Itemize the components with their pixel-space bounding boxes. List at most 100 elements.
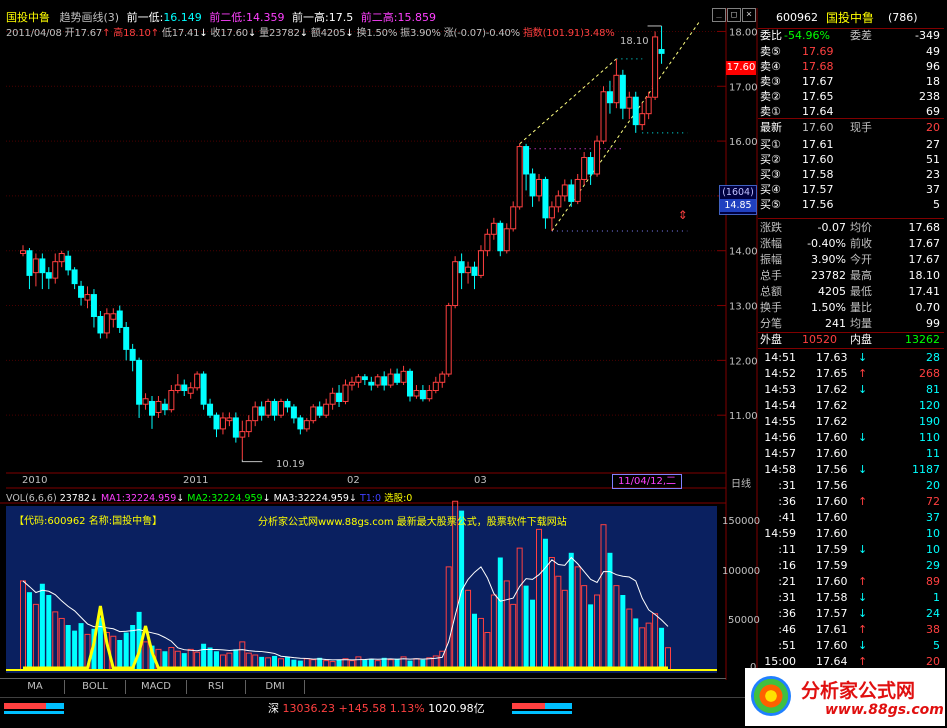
tick-time: 14:57 (764, 447, 796, 460)
minimize-button[interactable]: _ (712, 8, 726, 22)
candle-body (639, 113, 646, 126)
candle-body (278, 400, 284, 416)
updown-arrow-icon[interactable]: ⇕ (678, 206, 688, 222)
site-logo: 分析家公式网 www.88gs.com (745, 668, 945, 726)
volume-bar (659, 627, 665, 670)
buy-row[interactable]: 买④ 17.57 37 (758, 183, 944, 197)
sell-row[interactable]: 卖① 17.64 69 (758, 105, 944, 119)
down-arrow-icon: ↓ (89, 493, 98, 504)
tab-macd[interactable]: MACD (126, 680, 187, 694)
tick-time: :21 (778, 575, 796, 588)
tick-price: 17.63 (816, 351, 848, 364)
tick-volume: 38 (926, 623, 940, 636)
stat-value: 99 (926, 317, 940, 330)
tick-price: 17.64 (816, 655, 848, 668)
tick-price: 17.60 (816, 527, 848, 540)
tick-time: :51 (778, 639, 796, 652)
tab-ma[interactable]: MA (6, 680, 65, 694)
volume-bar (117, 640, 123, 670)
stat-row: 总手 23782 最高 18.10 (758, 269, 944, 283)
vol-axis-50000: 50000 (728, 615, 760, 626)
period-mode[interactable]: 日线 (726, 475, 756, 490)
stat-row: 总额 4205 最低 17.41 (758, 285, 944, 299)
sell-row[interactable]: 卖⑤ 17.69 49 (758, 45, 944, 59)
tick-time: 14:59 (764, 527, 796, 540)
stat-label: 均价 (850, 221, 872, 234)
stat-label: 量比 (850, 301, 872, 314)
tick-row: :51 17.60 ↓ 5 (758, 639, 944, 653)
candle-body (271, 400, 278, 416)
quote-panel: 600962 国投中鲁 (786) 委比 -54.96% 委差 -349 卖⑤ … (758, 8, 944, 668)
tick-volume: 37 (926, 511, 940, 524)
candle-body (542, 178, 549, 219)
volume-bar (123, 632, 129, 670)
open-label: 开 (64, 28, 75, 39)
candle-body (200, 373, 207, 405)
tab-dmi[interactable]: DMI (246, 680, 305, 694)
sell-volume: 69 (926, 105, 940, 118)
buy-row[interactable]: 买③ 17.58 23 (758, 168, 944, 182)
candle-body (529, 173, 536, 197)
candle-body (490, 222, 497, 235)
tick-volume: 1 (933, 591, 940, 604)
tick-row: :16 17.59 29 (758, 559, 944, 573)
down-arrow-icon: ↓ (858, 639, 868, 652)
stock-name: 国投中鲁 (826, 11, 875, 25)
logo-url: www.88gs.com (825, 702, 944, 718)
volume-bar (39, 583, 45, 670)
candle-body (290, 406, 297, 419)
down-arrow-icon: ↓ (299, 28, 308, 39)
stat-row: 分笔 241 均量 99 (758, 317, 944, 331)
tab-rsi[interactable]: RSI (187, 680, 246, 694)
volume-bar (65, 625, 71, 670)
candle-body (168, 390, 175, 411)
candle-body (652, 36, 659, 98)
tick-price: 17.60 (816, 447, 848, 460)
stat-value: 17.68 (908, 221, 941, 234)
buy-price: 17.58 (802, 168, 834, 181)
tick-time: :11 (778, 543, 796, 556)
candle-body (84, 294, 91, 301)
market-index: 13036.23 (282, 702, 336, 715)
tick-row: 14:53 17.62 ↓ 81 (758, 383, 944, 397)
tick-price: 17.60 (816, 431, 848, 444)
stat-value: -0.07 (817, 221, 846, 234)
sell-level-label: 卖① (760, 105, 781, 118)
prev-high2-value: 15.859 (397, 11, 436, 24)
sell-row[interactable]: 卖② 17.65 238 (758, 90, 944, 104)
close-button[interactable]: × (742, 8, 756, 22)
tick-time: 14:56 (764, 431, 796, 444)
maximize-button[interactable]: □ (727, 8, 741, 22)
current-price-label: 17.60 (726, 61, 756, 75)
candle-body (342, 384, 349, 402)
candle-body (310, 406, 317, 422)
tick-price: 17.60 (816, 511, 848, 524)
prev-high2-label: 前二高: (360, 11, 398, 24)
market-strength-bar-right-2 (512, 711, 572, 714)
candle-body (561, 184, 568, 197)
buy-row[interactable]: 买⑤ 17.56 5 (758, 198, 944, 212)
flower-logo-icon (751, 676, 791, 716)
candle-body (452, 261, 459, 307)
sell-row[interactable]: 卖④ 17.68 96 (758, 60, 944, 74)
low-value: 17.41 (171, 28, 200, 39)
candle-body (574, 178, 581, 202)
down-arrow-icon: ↓ (858, 351, 868, 364)
sell-row[interactable]: 卖③ 17.67 18 (758, 75, 944, 89)
market-name: 深 (268, 702, 279, 715)
neipan-label: 内盘 (850, 333, 872, 346)
prev-low1-label: 前一低: (126, 11, 164, 24)
tab-boll[interactable]: BOLL (65, 680, 126, 694)
buy-row[interactable]: 买② 17.60 51 (758, 153, 944, 167)
indicator-name: 趋势画线(3) (59, 11, 120, 24)
volume-bar (78, 623, 84, 670)
up-arrow-icon: ↑ (858, 495, 868, 508)
stat-row: 涨幅 -0.40% 前收 17.67 (758, 237, 944, 251)
candle-body (129, 348, 136, 361)
turnover-label: 换 (356, 28, 367, 39)
up-arrow-icon: ↑ (858, 623, 868, 636)
buy-row[interactable]: 买① 17.61 27 (758, 138, 944, 152)
tick-row: 14:51 17.63 ↓ 28 (758, 351, 944, 365)
change-label: 涨 (443, 28, 454, 39)
tick-time: :46 (778, 623, 796, 636)
